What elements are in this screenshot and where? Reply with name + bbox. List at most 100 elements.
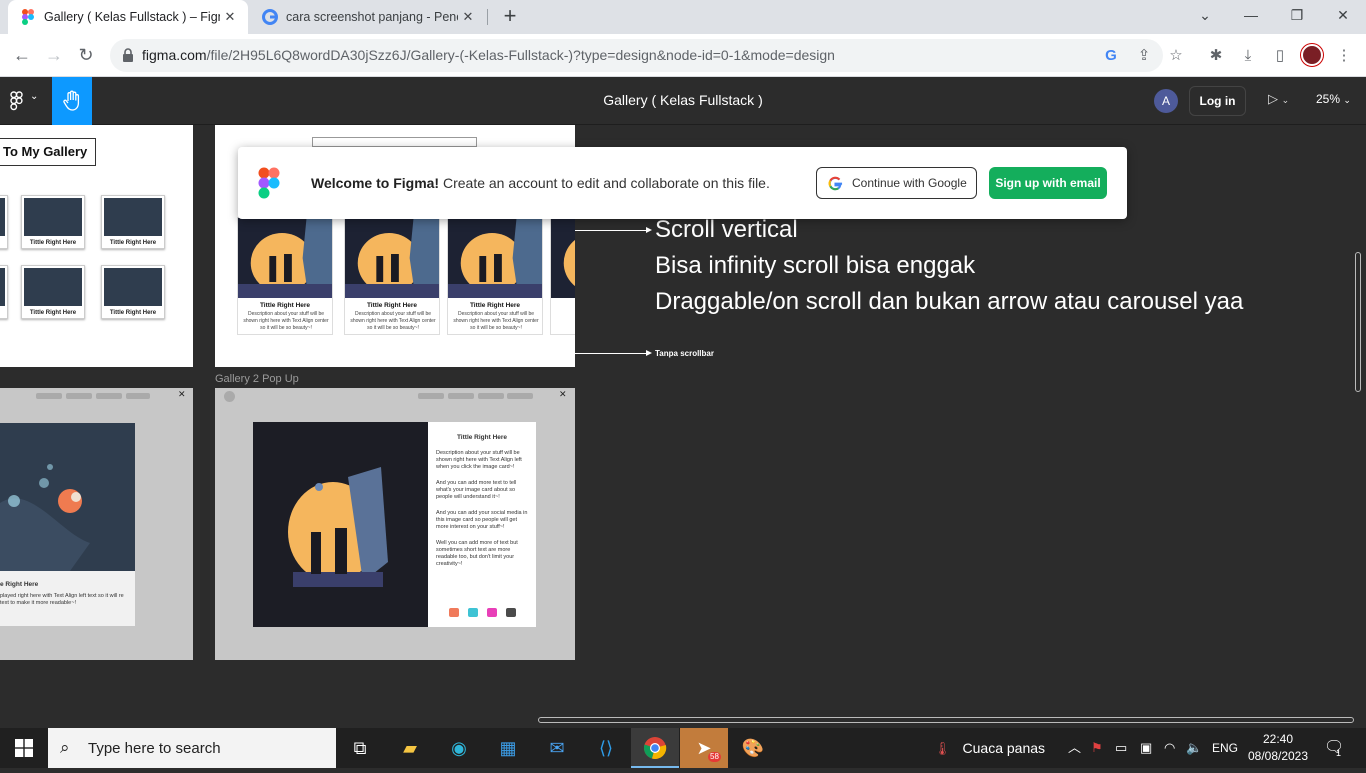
- edge-icon: ◉: [451, 738, 467, 758]
- side-panel-icon[interactable]: ▯: [1270, 46, 1290, 66]
- new-tab-button[interactable]: +: [498, 4, 522, 28]
- astronaut-image: [253, 422, 428, 627]
- jellyfish-image: [0, 423, 135, 571]
- user-avatar[interactable]: A: [1154, 89, 1178, 113]
- figma-favicon-icon: [22, 9, 34, 25]
- fish-image: [24, 268, 82, 306]
- social-swatch[interactable]: [506, 608, 516, 617]
- task-view-button[interactable]: ⧉: [336, 728, 384, 768]
- clock-date: 08/08/2023: [1247, 749, 1309, 763]
- chevron-down-icon: ⌄: [1343, 95, 1351, 105]
- tab-google-search[interactable]: cara screenshot panjang - Penelu ✕: [250, 0, 486, 34]
- play-icon: ▷: [1268, 91, 1278, 106]
- window-bar: [66, 393, 92, 399]
- mini-card-caption: Tittle Right Here: [109, 310, 157, 316]
- popup-frame[interactable]: ✕ e Right Here played right here with Te…: [0, 388, 193, 660]
- popup-2-frame[interactable]: ✕ Tittle Right Here Description about yo…: [215, 388, 575, 660]
- close-icon[interactable]: ✕: [178, 389, 186, 400]
- minimize-button[interactable]: —: [1228, 0, 1274, 30]
- url-text[interactable]: figma.com/file/2H95L6Q8wordDA30jSzz6J/Ga…: [142, 47, 835, 63]
- mini-card[interactable]: Tittle Right Here: [101, 195, 165, 249]
- tab-close-icon[interactable]: ✕: [220, 9, 240, 25]
- welcome-text: Create an account to edit and collaborat…: [439, 175, 770, 191]
- store-app[interactable]: ▦: [484, 728, 532, 768]
- folder-icon: ▰: [403, 738, 417, 758]
- gallery-card[interactable]: Tittle Right Here Description about your…: [344, 217, 440, 335]
- reload-button[interactable]: ↻: [72, 41, 100, 69]
- share-icon[interactable]: ⇪: [1134, 46, 1154, 66]
- vscode-app[interactable]: ⟨⟩: [582, 728, 630, 768]
- arrow-icon: [646, 350, 652, 356]
- tab-search-icon[interactable]: ⌄: [1182, 0, 1228, 30]
- mini-card[interactable]: Tittle Right Here: [101, 265, 165, 319]
- frame-label[interactable]: Gallery 2 Pop Up: [215, 373, 299, 385]
- tab-close-icon[interactable]: ✕: [458, 9, 478, 25]
- windows-taskbar: ⌕ Type here to search ⧉ ▰ ◉ ▦ ✉ ⟨⟩ ➤ 58 …: [0, 728, 1366, 768]
- download-icon[interactable]: ⤓: [1238, 46, 1258, 66]
- gallery-card[interactable]: Tittle Right Here Description about your…: [237, 217, 333, 335]
- social-swatch[interactable]: [487, 608, 497, 617]
- paint-app[interactable]: 🎨: [729, 728, 777, 768]
- weather-widget[interactable]: 🌡 Cuaca panas: [934, 728, 1045, 768]
- start-button[interactable]: [0, 728, 48, 768]
- volume-icon[interactable]: 🔈: [1186, 728, 1202, 768]
- close-icon[interactable]: ✕: [559, 389, 567, 400]
- zoom-dropdown[interactable]: 25% ⌄: [1316, 92, 1351, 106]
- bookmark-star-icon[interactable]: ☆: [1166, 46, 1186, 66]
- vertical-scrollbar[interactable]: [1355, 252, 1361, 392]
- thermometer-icon: 🌡: [934, 741, 951, 756]
- continue-with-google-button[interactable]: Continue with Google: [816, 167, 977, 199]
- notification-button[interactable]: 🗨 1: [1324, 728, 1344, 768]
- gallery-card[interactable]: Tittle Right Here Description about your…: [447, 217, 543, 335]
- search-placeholder: Type here to search: [88, 740, 221, 757]
- present-button[interactable]: ▷ ⌄: [1268, 91, 1302, 111]
- mail-app[interactable]: ✉: [533, 728, 581, 768]
- restore-button[interactable]: ❐: [1274, 0, 1320, 30]
- astronaut-image: [448, 218, 542, 298]
- browser-menu-icon[interactable]: ⋮: [1334, 46, 1354, 66]
- language-indicator[interactable]: ENG: [1212, 728, 1238, 768]
- login-button[interactable]: Log in: [1189, 86, 1246, 116]
- window-bar: [96, 393, 122, 399]
- edge-app[interactable]: ◉: [435, 728, 483, 768]
- battery-icon[interactable]: ▭: [1115, 728, 1127, 768]
- mini-card[interactable]: Tittle Right Here: [21, 265, 85, 319]
- mini-card-caption: Tittle Right Here: [29, 240, 77, 246]
- popup-paragraph: Description about your stuff will be sho…: [436, 450, 522, 470]
- mini-card[interactable]: [0, 195, 8, 249]
- social-swatch[interactable]: [468, 608, 478, 617]
- mini-card[interactable]: [0, 265, 8, 319]
- mini-card[interactable]: Tittle Right Here: [21, 195, 85, 249]
- address-bar[interactable]: figma.com/file/2H95L6Q8wordDA30jSzz6J/Ga…: [110, 39, 1183, 72]
- card-description: Description about your stuff will be sho…: [350, 311, 436, 331]
- extensions-icon[interactable]: ✱: [1206, 46, 1226, 66]
- card-title: Tittle Right Here: [259, 302, 311, 309]
- clock[interactable]: 22:40 08/08/2023: [1245, 731, 1311, 765]
- gallery-card[interactable]: [550, 217, 575, 335]
- card-description: Description about your stuff will be sho…: [453, 311, 539, 331]
- horizontal-scrollbar[interactable]: [538, 717, 1354, 723]
- figma-logo-icon: [258, 167, 280, 199]
- back-button[interactable]: ←: [8, 41, 36, 69]
- gallery-heading: To My Gallery: [0, 138, 96, 166]
- google-lens-icon[interactable]: G: [1101, 46, 1121, 66]
- acrobat-tray-icon[interactable]: ⚑: [1091, 728, 1103, 768]
- social-swatch[interactable]: [449, 608, 459, 617]
- sign-up-email-button[interactable]: Sign up with email: [989, 167, 1107, 199]
- arrow-icon: [646, 227, 652, 233]
- tab-figma[interactable]: Gallery ( Kelas Fullstack ) – Figma ✕: [8, 0, 248, 34]
- telegram-app[interactable]: ➤ 58: [680, 728, 728, 768]
- close-window-button[interactable]: ✕: [1320, 0, 1366, 30]
- display-icon[interactable]: ▣: [1140, 728, 1152, 768]
- file-explorer-app[interactable]: ▰: [386, 728, 434, 768]
- profile-avatar[interactable]: [1301, 44, 1323, 66]
- forward-button[interactable]: →: [40, 41, 68, 69]
- taskbar-search[interactable]: ⌕ Type here to search: [48, 728, 336, 768]
- chrome-app[interactable]: [631, 728, 679, 768]
- annotation-small: Tanpa scrollbar: [655, 349, 714, 358]
- wifi-icon[interactable]: ◠: [1164, 728, 1175, 768]
- tray-chevron-icon[interactable]: ︿: [1068, 728, 1081, 768]
- card-title: Tittle Right Here: [469, 302, 521, 309]
- paint-palette-icon: 🎨: [741, 738, 765, 758]
- gallery-frame[interactable]: To My Gallery Tittle Right Here Tittle R…: [0, 125, 193, 367]
